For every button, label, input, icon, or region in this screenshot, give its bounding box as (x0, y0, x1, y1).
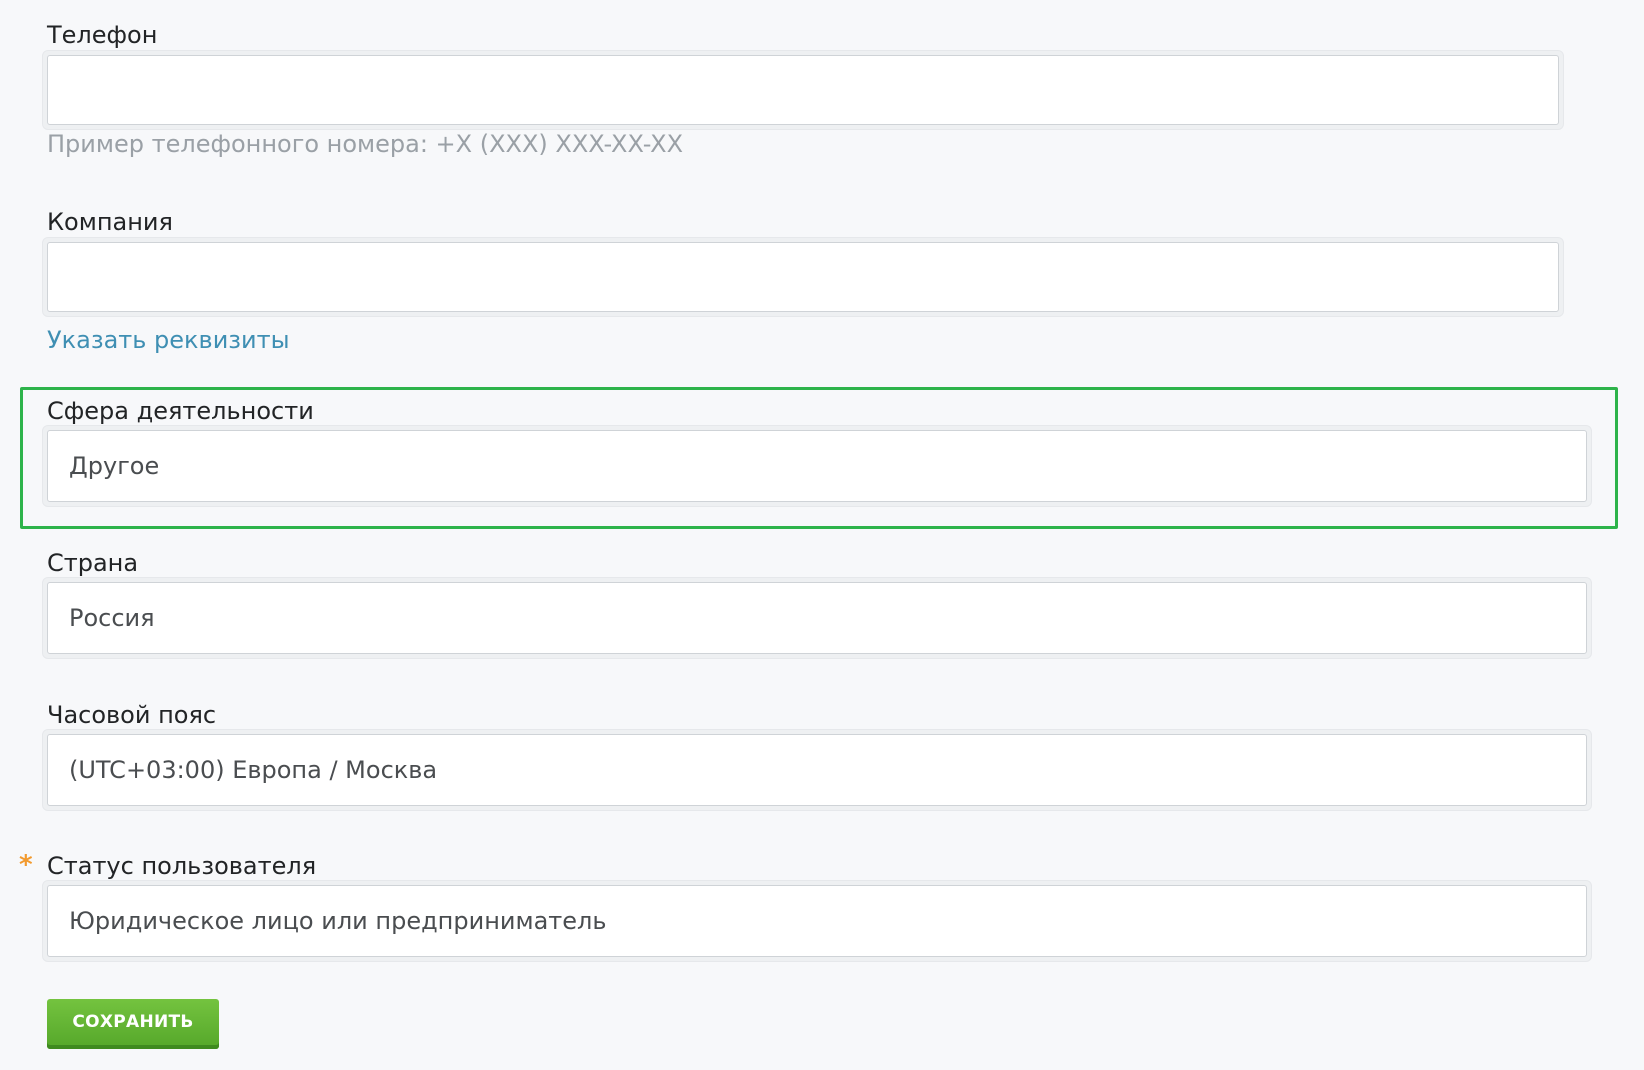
company-label: Компания (47, 208, 173, 236)
industry-field-wrapper: Другое (42, 425, 1592, 507)
company-field-wrapper (42, 237, 1564, 317)
user-status-label: Статус пользователя (47, 852, 317, 880)
user-status-field-wrapper: Юридическое лицо или предприниматель (42, 880, 1592, 962)
phone-field-wrapper (42, 50, 1564, 130)
required-asterisk-icon: * (19, 850, 33, 880)
company-input[interactable] (47, 242, 1559, 312)
industry-label: Сфера деятельности (47, 397, 314, 425)
industry-value: Другое (69, 452, 160, 480)
phone-input[interactable] (47, 55, 1559, 125)
country-select[interactable]: Россия (47, 582, 1587, 654)
country-label: Страна (47, 549, 139, 577)
user-status-value: Юридическое лицо или предприниматель (69, 907, 607, 935)
timezone-field-wrapper: (UTC+03:00) Европа / Москва (42, 729, 1592, 811)
industry-select[interactable]: Другое (47, 430, 1587, 502)
timezone-label: Часовой пояс (47, 701, 217, 729)
country-field-wrapper: Россия (42, 577, 1592, 659)
country-value: Россия (69, 604, 155, 632)
phone-hint: Пример телефонного номера: +X (XXX) XXX-… (47, 130, 684, 158)
phone-label: Телефон (47, 21, 158, 49)
specify-requisites-link[interactable]: Указать реквизиты (47, 325, 290, 355)
timezone-value: (UTC+03:00) Европа / Москва (69, 756, 438, 784)
user-status-select[interactable]: Юридическое лицо или предприниматель (47, 885, 1587, 957)
timezone-select[interactable]: (UTC+03:00) Европа / Москва (47, 734, 1587, 806)
save-button[interactable]: СОХРАНИТЬ (47, 999, 219, 1049)
